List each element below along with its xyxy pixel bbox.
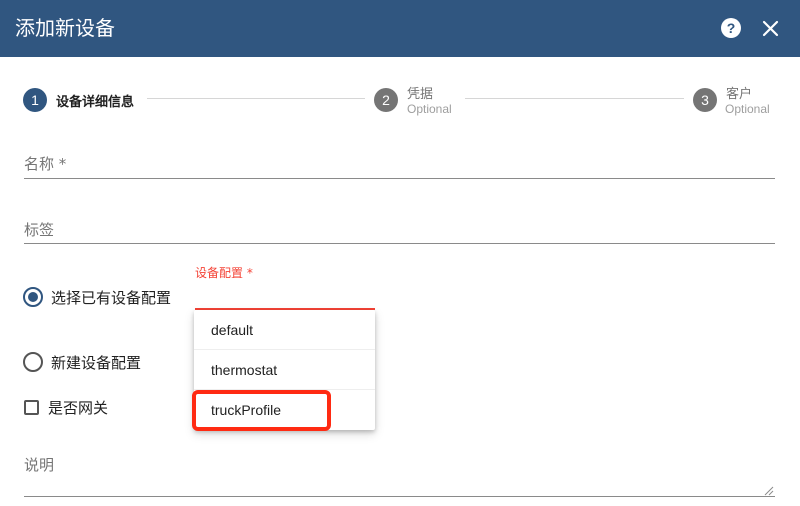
step-connector (465, 98, 684, 99)
create-new-profile-radio[interactable] (23, 352, 43, 372)
close-icon[interactable] (759, 14, 783, 42)
dialog-title: 添加新设备 (15, 16, 115, 40)
step-connector (147, 98, 365, 99)
description-label: 说明 (24, 456, 55, 474)
label-input[interactable] (24, 243, 775, 244)
is-gateway-label[interactable]: 是否网关 (48, 397, 108, 418)
help-icon[interactable]: ? (721, 18, 741, 38)
option-default[interactable]: default (194, 310, 375, 350)
description-textarea[interactable] (24, 496, 775, 497)
step-2-label[interactable]: 凭据 (407, 83, 433, 102)
create-new-profile-label[interactable]: 新建设备配置 (51, 352, 141, 373)
dialog-header: 添加新设备 ? (0, 0, 800, 57)
label-field-label: 标签 (24, 221, 55, 239)
name-input[interactable] (24, 178, 775, 179)
step-3-label[interactable]: 客户 (726, 83, 752, 102)
step-2-sub: Optional (407, 102, 452, 116)
stepper: 1 设备详细信息 2 凭据 Optional 3 客户 Optional (0, 57, 800, 137)
option-thermostat[interactable]: thermostat (194, 350, 375, 390)
step-2-number[interactable]: 2 (374, 88, 398, 112)
name-field-label: 名称 * (24, 155, 67, 173)
step-1-label[interactable]: 设备详细信息 (56, 91, 134, 110)
select-existing-profile-radio[interactable] (23, 287, 43, 307)
select-existing-profile-label[interactable]: 选择已有设备配置 (51, 287, 171, 308)
is-gateway-checkbox[interactable] (24, 400, 39, 415)
step-1-number[interactable]: 1 (23, 88, 47, 112)
device-profile-label: 设备配置 * (195, 266, 253, 280)
highlight-annotation (192, 390, 331, 431)
step-3-sub: Optional (725, 102, 770, 116)
resize-handle-icon[interactable] (764, 481, 774, 496)
step-3-number[interactable]: 3 (693, 88, 717, 112)
